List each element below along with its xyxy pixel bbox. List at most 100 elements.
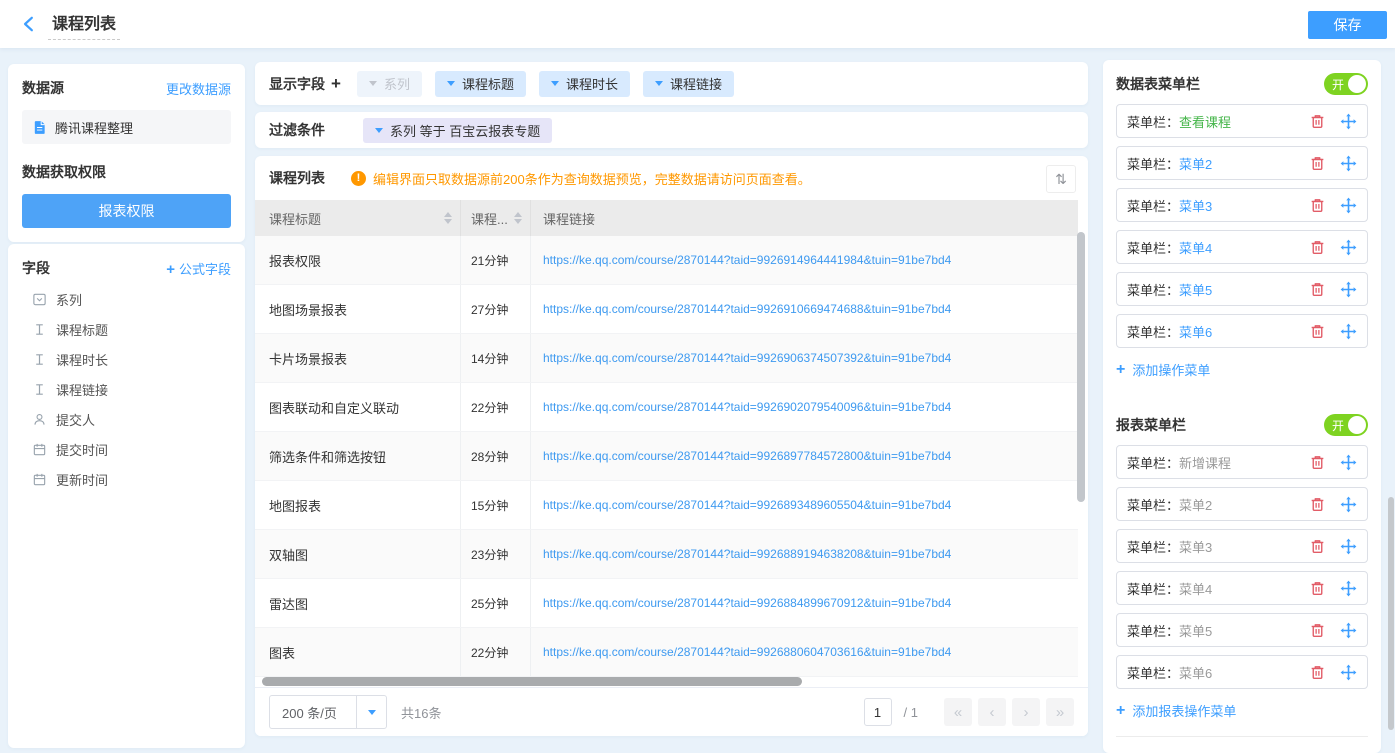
move-icon[interactable]: [1340, 538, 1357, 555]
move-icon[interactable]: [1340, 323, 1357, 340]
trash-icon[interactable]: [1309, 580, 1326, 597]
display-fields-label: 显示字段: [269, 74, 329, 94]
menu-item-value[interactable]: 查看课程: [1179, 112, 1231, 131]
move-icon[interactable]: [1340, 496, 1357, 513]
menu-item-value[interactable]: 菜单3: [1179, 196, 1212, 215]
datasource-item[interactable]: 腾讯课程整理: [22, 110, 231, 144]
menu-item-value[interactable]: 菜单2: [1179, 495, 1212, 514]
cell-course-duration: 25分钟: [461, 579, 531, 627]
trash-icon[interactable]: [1309, 155, 1326, 172]
datatable-menubar-toggle[interactable]: 开: [1324, 73, 1368, 95]
page-vertical-scrollbar[interactable]: [1388, 497, 1394, 730]
report-menubar-toggle[interactable]: 开: [1324, 414, 1368, 436]
move-icon[interactable]: [1340, 239, 1357, 256]
fields-title: 字段: [22, 258, 50, 278]
display-field-chip[interactable]: 课程时长: [539, 71, 630, 97]
trash-icon[interactable]: [1309, 454, 1326, 471]
trash-icon[interactable]: [1309, 281, 1326, 298]
field-item[interactable]: 更新时间: [22, 464, 231, 494]
display-field-chip[interactable]: 系列: [357, 71, 422, 97]
cell-course-duration: 28分钟: [461, 432, 531, 480]
chip-label: 课程时长: [566, 74, 618, 93]
change-datasource-link[interactable]: 更改数据源: [166, 79, 231, 98]
cell-course-link[interactable]: https://ke.qq.com/course/2870144?taid=99…: [543, 400, 951, 414]
menu-item: 菜单栏： 菜单3: [1116, 188, 1368, 222]
cell-course-link[interactable]: https://ke.qq.com/course/2870144?taid=99…: [543, 547, 951, 561]
cell-course-link[interactable]: https://ke.qq.com/course/2870144?taid=99…: [543, 253, 951, 267]
add-report-menu-link[interactable]: + 添加报表操作菜单: [1116, 701, 1368, 720]
trash-icon[interactable]: [1309, 664, 1326, 681]
move-icon[interactable]: [1340, 580, 1357, 597]
trash-icon[interactable]: [1309, 197, 1326, 214]
cell-course-link[interactable]: https://ke.qq.com/course/2870144?taid=99…: [543, 449, 951, 463]
cell-course-link[interactable]: https://ke.qq.com/course/2870144?taid=99…: [543, 302, 951, 316]
column-header-title[interactable]: 课程标题: [255, 200, 461, 236]
menu-item-value[interactable]: 菜单4: [1179, 238, 1212, 257]
menu-item-value[interactable]: 菜单5: [1179, 621, 1212, 640]
top-bar: 课程列表 保存: [0, 0, 1395, 48]
sort-arrows-icon[interactable]: [444, 212, 452, 224]
cell-course-link[interactable]: https://ke.qq.com/course/2870144?taid=99…: [543, 645, 951, 659]
cell-course-link[interactable]: https://ke.qq.com/course/2870144?taid=99…: [543, 596, 951, 610]
add-display-field-icon[interactable]: +: [331, 74, 351, 94]
sort-arrows-icon[interactable]: [514, 212, 522, 224]
trash-icon[interactable]: [1309, 538, 1326, 555]
cell-course-duration: 22分钟: [461, 383, 531, 431]
move-icon[interactable]: [1340, 664, 1357, 681]
prev-page-icon[interactable]: ‹: [978, 698, 1006, 726]
field-item[interactable]: 课程链接: [22, 374, 231, 404]
menu-item: 菜单栏： 菜单4: [1116, 230, 1368, 264]
cell-course-link[interactable]: https://ke.qq.com/course/2870144?taid=99…: [543, 351, 951, 365]
field-type-icon: [32, 382, 47, 397]
next-page-icon[interactable]: ›: [1012, 698, 1040, 726]
trash-icon[interactable]: [1309, 323, 1326, 340]
page-number-input[interactable]: 1: [864, 698, 892, 726]
report-permission-button[interactable]: 报表权限: [22, 194, 231, 228]
cell-course-title: 雷达图: [255, 579, 461, 627]
first-page-icon[interactable]: «: [944, 698, 972, 726]
field-item[interactable]: 课程标题: [22, 314, 231, 344]
menu-item-value[interactable]: 菜单2: [1179, 154, 1212, 173]
menu-item-value[interactable]: 菜单6: [1179, 663, 1212, 682]
move-icon[interactable]: [1340, 197, 1357, 214]
field-item[interactable]: 课程时长: [22, 344, 231, 374]
field-item[interactable]: 提交时间: [22, 434, 231, 464]
add-menu-link[interactable]: + 添加操作菜单: [1116, 360, 1368, 379]
datasource-name: 腾讯课程整理: [55, 118, 133, 137]
table-horizontal-scrollbar[interactable]: [262, 677, 802, 686]
menu-item-value[interactable]: 菜单4: [1179, 579, 1212, 598]
menu-item-value[interactable]: 菜单6: [1179, 322, 1212, 341]
save-button[interactable]: 保存: [1308, 11, 1387, 39]
table-row: 筛选条件和筛选按钮 28分钟 https://ke.qq.com/course/…: [255, 432, 1078, 481]
move-icon[interactable]: [1340, 113, 1357, 130]
field-item[interactable]: 提交人: [22, 404, 231, 434]
fields-panel: 字段 +公式字段 系列 课程标题 课程时长 课程链接: [8, 244, 245, 748]
move-icon[interactable]: [1340, 155, 1357, 172]
trash-icon[interactable]: [1309, 496, 1326, 513]
move-icon[interactable]: [1340, 281, 1357, 298]
display-fields-bar: 显示字段 + 系列 课程标题 课程时长 课程链接: [255, 62, 1088, 105]
display-field-chip[interactable]: 课程标题: [435, 71, 526, 97]
cell-course-title: 地图报表: [255, 481, 461, 529]
table-sort-icon[interactable]: ⇅: [1046, 165, 1076, 193]
field-item[interactable]: 系列: [22, 284, 231, 314]
trash-icon[interactable]: [1309, 239, 1326, 256]
trash-icon[interactable]: [1309, 622, 1326, 639]
move-icon[interactable]: [1340, 622, 1357, 639]
field-label: 课程链接: [56, 380, 108, 399]
move-icon[interactable]: [1340, 454, 1357, 471]
menu-item-value[interactable]: 菜单5: [1179, 280, 1212, 299]
back-icon[interactable]: [18, 13, 40, 35]
formula-field-link[interactable]: +公式字段: [166, 259, 231, 278]
cell-course-link[interactable]: https://ke.qq.com/course/2870144?taid=99…: [543, 498, 951, 512]
page-size-select[interactable]: 200 条/页: [269, 695, 387, 729]
menu-item-value[interactable]: 菜单3: [1179, 537, 1212, 556]
menu-item-value[interactable]: 新增课程: [1179, 453, 1231, 472]
filter-chip[interactable]: 系列 等于 百宝云报表专题: [363, 118, 552, 143]
trash-icon[interactable]: [1309, 113, 1326, 130]
table-vertical-scrollbar[interactable]: [1077, 232, 1085, 502]
column-header-duration[interactable]: 课程...: [461, 200, 531, 236]
display-field-chip[interactable]: 课程链接: [643, 71, 734, 97]
last-page-icon[interactable]: »: [1046, 698, 1074, 726]
field-type-icon: [32, 472, 47, 487]
